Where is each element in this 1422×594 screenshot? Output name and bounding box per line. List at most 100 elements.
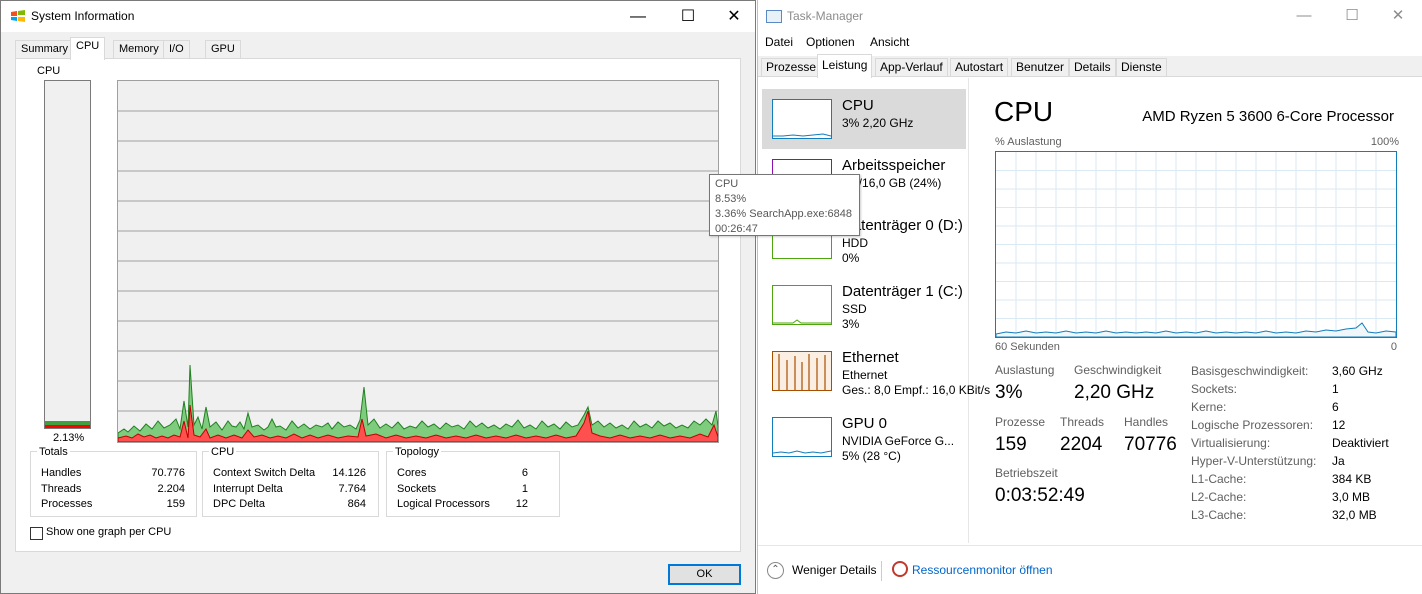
maximize-button[interactable]: ☐ <box>1329 0 1375 32</box>
tooltip-line: 8.53% <box>715 193 747 205</box>
spec-value: 12 <box>1332 418 1346 432</box>
stat-label: DPC Delta <box>213 498 265 510</box>
spec-label: Sockets: <box>1191 382 1238 396</box>
tab-app-verlauf[interactable]: App-Verlauf <box>875 58 948 77</box>
resource-detail: SSD <box>842 302 867 316</box>
spec-value: Deaktiviert <box>1332 436 1389 450</box>
resource-disk-1[interactable]: Datenträger 1 (C:) SSD 3% <box>762 275 966 335</box>
resource-name: Arbeitsspeicher <box>842 157 946 174</box>
topology-title: Topology <box>393 446 442 458</box>
windows-logo-icon <box>11 10 25 22</box>
gpu-thumbnail-graph <box>772 417 832 457</box>
resource-detail: 0% <box>842 251 860 265</box>
tab-leistung[interactable]: Leistung <box>817 54 873 78</box>
spec-value: Ja <box>1332 454 1345 468</box>
task-manager-window: Task-Manager — ☐ ✕ Datei Optionen Ansich… <box>757 0 1422 594</box>
chevron-up-icon[interactable]: ⌃ <box>767 562 784 579</box>
resource-detail: 5% (28 °C) <box>842 449 901 463</box>
speed-value: 2,20 GHz <box>1074 382 1155 403</box>
tab-benutzer[interactable]: Benutzer <box>1011 58 1070 77</box>
spec-value: 32,0 MB <box>1332 508 1377 522</box>
footer-bar: ⌃ Weniger Details Ressourcenmonitor öffn… <box>758 545 1422 594</box>
tab-io[interactable]: I/O <box>163 40 190 59</box>
one-graph-per-cpu-label[interactable]: Show one graph per CPU <box>46 526 171 538</box>
cpu-utilization-graph[interactable] <box>995 151 1397 338</box>
stat-row: Handles 70.776 <box>41 467 185 482</box>
uptime-label: Betriebszeit <box>995 466 1058 480</box>
speed-label: Geschwindigkeit <box>1074 363 1162 377</box>
resource-monitor-icon[interactable] <box>892 561 908 577</box>
spec-label: Virtualisierung: <box>1191 436 1271 450</box>
resource-gpu[interactable]: GPU 0 NVIDIA GeForce G... 5% (28 °C) <box>762 407 966 467</box>
cpu-meter-label: CPU <box>37 65 61 77</box>
stat-value: 14.126 <box>332 467 366 479</box>
stat-label: Threads <box>41 483 82 495</box>
spec-label: Hyper-V-Unterstützung: <box>1191 454 1317 468</box>
page-title: CPU <box>994 96 1054 127</box>
spec-label: Kerne: <box>1191 400 1227 414</box>
utilization-max-label: 100% <box>1370 136 1399 148</box>
cpu-group-title: CPU <box>209 446 237 458</box>
cpu-usage-meter <box>44 80 91 429</box>
title-bar[interactable]: System Information — ☐ ✕ <box>1 1 755 32</box>
spec-value: 3,60 GHz <box>1332 364 1383 378</box>
stat-label: Cores <box>397 467 427 479</box>
spec-value: 3,0 MB <box>1332 490 1371 504</box>
threads-label: Threads <box>1060 415 1105 429</box>
one-graph-per-cpu-checkbox[interactable] <box>30 527 43 540</box>
stat-value: 12 <box>515 498 528 510</box>
resource-cpu[interactable]: CPU 3% 2,20 GHz <box>762 89 966 149</box>
uptime-value: 0:03:52:49 <box>995 485 1085 506</box>
stat-row: Interrupt Delta 7.764 <box>213 483 366 498</box>
menu-datei[interactable]: Datei <box>765 35 793 49</box>
utilization-label: Auslastung <box>995 363 1055 377</box>
tab-memory[interactable]: Memory <box>113 40 165 59</box>
stat-label: Processes <box>41 498 93 510</box>
cpu-history-plot <box>117 110 719 443</box>
tab-cpu[interactable]: CPU <box>70 37 106 60</box>
stat-row: Logical Processors 12 <box>397 498 528 513</box>
open-resource-monitor-link[interactable]: Ressourcenmonitor öffnen <box>912 563 1053 577</box>
menu-optionen[interactable]: Optionen <box>806 35 855 49</box>
tooltip-line: CPU <box>715 178 739 190</box>
tab-summary[interactable]: Summary <box>15 40 75 59</box>
tab-prozesse[interactable]: Prozesse <box>761 58 822 77</box>
processes-label: Prozesse <box>995 415 1046 429</box>
processes-value: 159 <box>995 434 1027 455</box>
close-button[interactable]: ✕ <box>1375 0 1421 32</box>
divider <box>881 561 882 581</box>
title-bar[interactable]: Task-Manager — ☐ ✕ <box>758 0 1422 32</box>
minimize-button[interactable]: — <box>1281 0 1327 32</box>
stat-row: Context Switch Delta 14.126 <box>213 467 366 482</box>
spec-label: L2-Cache: <box>1191 490 1247 504</box>
tab-dienste[interactable]: Dienste <box>1116 58 1167 77</box>
menu-ansicht[interactable]: Ansicht <box>870 35 909 49</box>
tab-details[interactable]: Details <box>1069 58 1116 77</box>
tab-gpu[interactable]: GPU <box>205 40 241 59</box>
tooltip-line: 3.36% SearchApp.exe:6848 <box>715 208 852 220</box>
stat-value: 2.204 <box>157 483 185 495</box>
utilization-axis-label: % Auslastung <box>995 136 1062 148</box>
resource-detail: Ges.: 8,0 Empf.: 16,0 KBit/s <box>842 383 991 397</box>
processor-model: AMD Ryzen 5 3600 6-Core Processor <box>1142 108 1394 125</box>
handles-value: 70776 <box>1124 434 1177 455</box>
cpu-history-graph[interactable] <box>117 80 719 443</box>
resource-detail: 3% <box>842 317 860 331</box>
stat-value: 159 <box>166 498 185 510</box>
threads-value: 2204 <box>1060 434 1103 455</box>
ok-button[interactable]: OK <box>668 564 741 585</box>
time-axis-start: 60 Sekunden <box>995 341 1060 353</box>
window-title: System Information <box>31 9 135 23</box>
close-button[interactable]: ✕ <box>711 1 757 32</box>
disk-1-thumbnail-graph <box>772 285 832 325</box>
system-information-window: System Information — ☐ ✕ Summary CPU Mem… <box>0 0 756 594</box>
stat-row: DPC Delta 864 <box>213 498 366 513</box>
tab-autostart[interactable]: Autostart <box>950 58 1009 77</box>
resource-name: CPU <box>842 97 874 114</box>
minimize-button[interactable]: — <box>615 1 661 32</box>
stat-value: 7.764 <box>338 483 366 495</box>
tooltip-line: 00:26:47 <box>715 223 758 235</box>
fewer-details-link[interactable]: Weniger Details <box>792 563 876 577</box>
resource-ethernet[interactable]: Ethernet Ethernet Ges.: 8,0 Empf.: 16,0 … <box>762 341 990 401</box>
maximize-button[interactable]: ☐ <box>665 1 711 32</box>
